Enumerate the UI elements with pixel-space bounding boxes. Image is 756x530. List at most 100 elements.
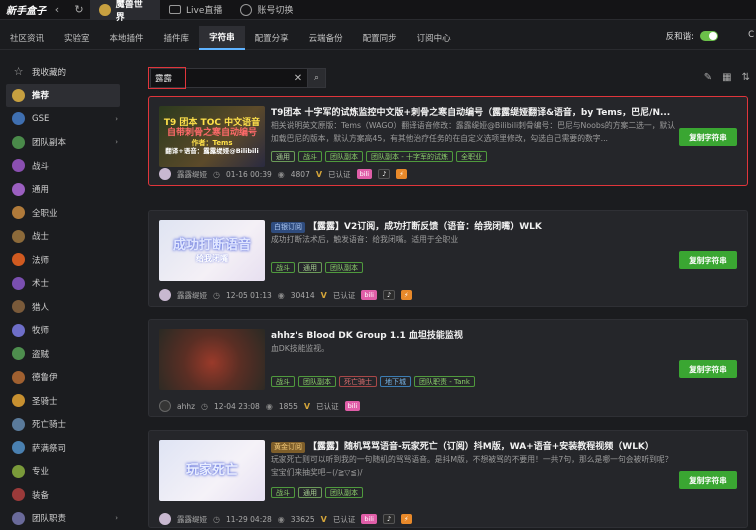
bilibili-icon[interactable]: bili (361, 290, 377, 300)
avatar[interactable] (159, 168, 171, 180)
category-tag[interactable]: 团队副本 - 十字军的试炼 (366, 151, 453, 162)
sidebar-item[interactable]: 萨满祭司 (0, 436, 128, 460)
sidebar-item[interactable]: 术士 (0, 272, 128, 296)
category-tag[interactable]: 通用 (298, 262, 322, 273)
bilibili-icon[interactable]: bili (345, 401, 361, 411)
afdian-icon[interactable]: ⚡ (401, 514, 412, 524)
sidebar-item[interactable]: 装备 (0, 483, 128, 507)
thumbnail-image[interactable]: 成功打断语音 给我闭嘴 (159, 220, 265, 281)
sidebar-item-label: 推荐 (32, 89, 49, 101)
clear-icon[interactable]: ✕ (289, 73, 307, 84)
subnav-cloud-backup[interactable]: 云端备份 (299, 26, 353, 50)
refresh-icon[interactable]: ↻ (68, 3, 90, 16)
sidebar-item[interactable]: 战斗 (0, 154, 128, 178)
thumbnail-image[interactable]: T9 团本 TOC 中文语音 自带刺骨之寒自动编号 作者：Tems 翻译+语音：… (159, 106, 265, 167)
category-tag[interactable]: 通用 (298, 487, 322, 498)
subnav-addon-library[interactable]: 插件库 (154, 26, 200, 50)
card-title[interactable]: ahhz's Blood DK Group 1.1 血坦技能监视 (271, 328, 676, 341)
copy-string-button[interactable]: 复制字符串 (679, 360, 737, 378)
sidebar-item[interactable]: 德鲁伊 (0, 366, 128, 390)
thumbnail-image[interactable] (159, 329, 265, 390)
category-tag[interactable]: 团队职责 - Tank (414, 376, 475, 387)
view-count: 30414 (291, 291, 315, 300)
card-title[interactable]: T9团本 十字军的试炼监控中文版+刺骨之寒自动编号（露露缇娅翻译&语音，by T… (271, 105, 676, 118)
subnav-community-news[interactable]: 社区资讯 (0, 26, 54, 50)
sidebar-item-label: 战斗 (32, 160, 49, 172)
sidebar-item[interactable]: 圣骑士 (0, 389, 128, 413)
category-tag[interactable]: 团队副本 (325, 151, 363, 162)
copy-string-button[interactable]: 复制字符串 (679, 251, 737, 269)
sidebar-item[interactable]: 猎人 (0, 295, 128, 319)
anti-harmony-label: 反和谐: (666, 30, 694, 42)
tab-account-switch[interactable]: 账号切换 (231, 0, 302, 20)
string-card[interactable]: 成功打断语音 给我闭嘴 白银订阅【露露】V2订阅，成功打断反馈（语音：给我闭嘴）… (148, 210, 748, 307)
afdian-icon[interactable]: ⚡ (396, 169, 407, 179)
string-card[interactable]: 玩家死亡 黄金订阅【露露】随机骂骂语音-玩家死亡（订阅）抖M版，WA+语音+安装… (148, 430, 748, 528)
edit-icon[interactable]: ✎ (704, 72, 712, 83)
douyin-icon[interactable]: ♪ (378, 169, 390, 179)
sidebar-item[interactable]: 全职业 (0, 201, 128, 225)
category-tag[interactable]: 死亡骑士 (339, 376, 377, 387)
sidebar-item[interactable]: 团队副本› (0, 131, 128, 155)
author-name[interactable]: 露露缇娅 (177, 514, 207, 525)
subnav-lab[interactable]: 实验室 (54, 26, 100, 50)
sidebar-item[interactable]: ☆我收藏的 (0, 60, 128, 84)
subnav-config-sync[interactable]: 配置同步 (353, 26, 407, 50)
avatar[interactable] (159, 513, 171, 525)
subnav-subscription-center[interactable]: 订阅中心 (407, 26, 461, 50)
category-tag[interactable]: 团队副本 (325, 487, 363, 498)
tab-world-of-warcraft[interactable]: 魔兽世界 (90, 0, 160, 20)
anti-harmony-setting: 反和谐: (666, 30, 718, 42)
sidebar-item[interactable]: 死亡骑士 (0, 413, 128, 437)
category-tag[interactable]: 团队副本 (298, 376, 336, 387)
sidebar-item[interactable]: 牧师 (0, 319, 128, 343)
grid-view-icon[interactable]: ▦ (722, 72, 731, 83)
sidebar-item[interactable]: 推荐 (6, 84, 120, 108)
string-card[interactable]: ahhz's Blood DK Group 1.1 血坦技能监视 血DK技能监视… (148, 319, 748, 417)
thumbnail-image[interactable]: 玩家死亡 (159, 440, 265, 501)
author-name[interactable]: ahhz (177, 402, 195, 411)
category-tag[interactable]: 团队副本 (325, 262, 363, 273)
copy-string-button[interactable]: 复制字符串 (679, 471, 737, 489)
subnav-strings[interactable]: 字符串 (199, 26, 245, 50)
card-title[interactable]: 黄金订阅【露露】随机骂骂语音-玩家死亡（订阅）抖M版，WA+语音+安装教程视频（… (271, 439, 676, 453)
category-tag[interactable]: 战斗 (271, 487, 295, 498)
user-icon (240, 4, 252, 16)
subnav-local-addons[interactable]: 本地插件 (100, 26, 154, 50)
sidebar-item[interactable]: 通用 (0, 178, 128, 202)
douyin-icon[interactable]: ♪ (383, 514, 395, 524)
string-card[interactable]: T9 团本 TOC 中文语音 自带刺骨之寒自动编号 作者：Tems 翻译+语音：… (148, 96, 748, 186)
sidebar-item[interactable]: GSE› (0, 107, 128, 131)
category-tag[interactable]: 通用 (271, 151, 295, 162)
author-name[interactable]: 露露缇娅 (177, 169, 207, 180)
category-tag[interactable]: 地下城 (380, 376, 411, 387)
copy-string-button[interactable]: 复制字符串 (679, 128, 737, 146)
sidebar-item-label: 猎人 (32, 301, 49, 313)
verified-label: 已认证 (333, 290, 356, 301)
avatar[interactable] (159, 400, 171, 412)
sidebar-item[interactable]: 法师 (0, 248, 128, 272)
category-tag[interactable]: 战斗 (271, 262, 295, 273)
sidebar-item[interactable]: 战士 (0, 225, 128, 249)
category-tag[interactable]: 战斗 (271, 376, 295, 387)
sort-icon[interactable]: ⇅ (742, 72, 750, 83)
card-meta: 露露缇娅 ◷ 12-05 01:13 ◉ 30414 V 已认证 bili ♪⚡ (159, 289, 412, 301)
anti-harmony-toggle[interactable] (700, 31, 718, 41)
bilibili-icon[interactable]: bili (357, 169, 373, 179)
card-title[interactable]: 白银订阅【露露】V2订阅，成功打断反馈（语音：给我闭嘴）WLK (271, 219, 676, 233)
tab-live[interactable]: Live直播 (160, 0, 231, 20)
category-tag[interactable]: 全职业 (456, 151, 487, 162)
back-arrow-icon[interactable]: ‹ (46, 3, 68, 16)
search-icon[interactable]: ⌕ (307, 69, 325, 87)
avatar[interactable] (159, 289, 171, 301)
afdian-icon[interactable]: ⚡ (401, 290, 412, 300)
sidebar-item[interactable]: 团队职责› (0, 507, 128, 530)
bilibili-icon[interactable]: bili (361, 514, 377, 524)
sidebar-item[interactable]: 盗贼 (0, 342, 128, 366)
subnav-config-share[interactable]: 配置分享 (245, 26, 299, 50)
category-tag[interactable]: 战斗 (298, 151, 322, 162)
douyin-icon[interactable]: ♪ (383, 290, 395, 300)
general-icon (12, 183, 25, 196)
author-name[interactable]: 露露缇娅 (177, 290, 207, 301)
sidebar-item[interactable]: 专业 (0, 460, 128, 484)
